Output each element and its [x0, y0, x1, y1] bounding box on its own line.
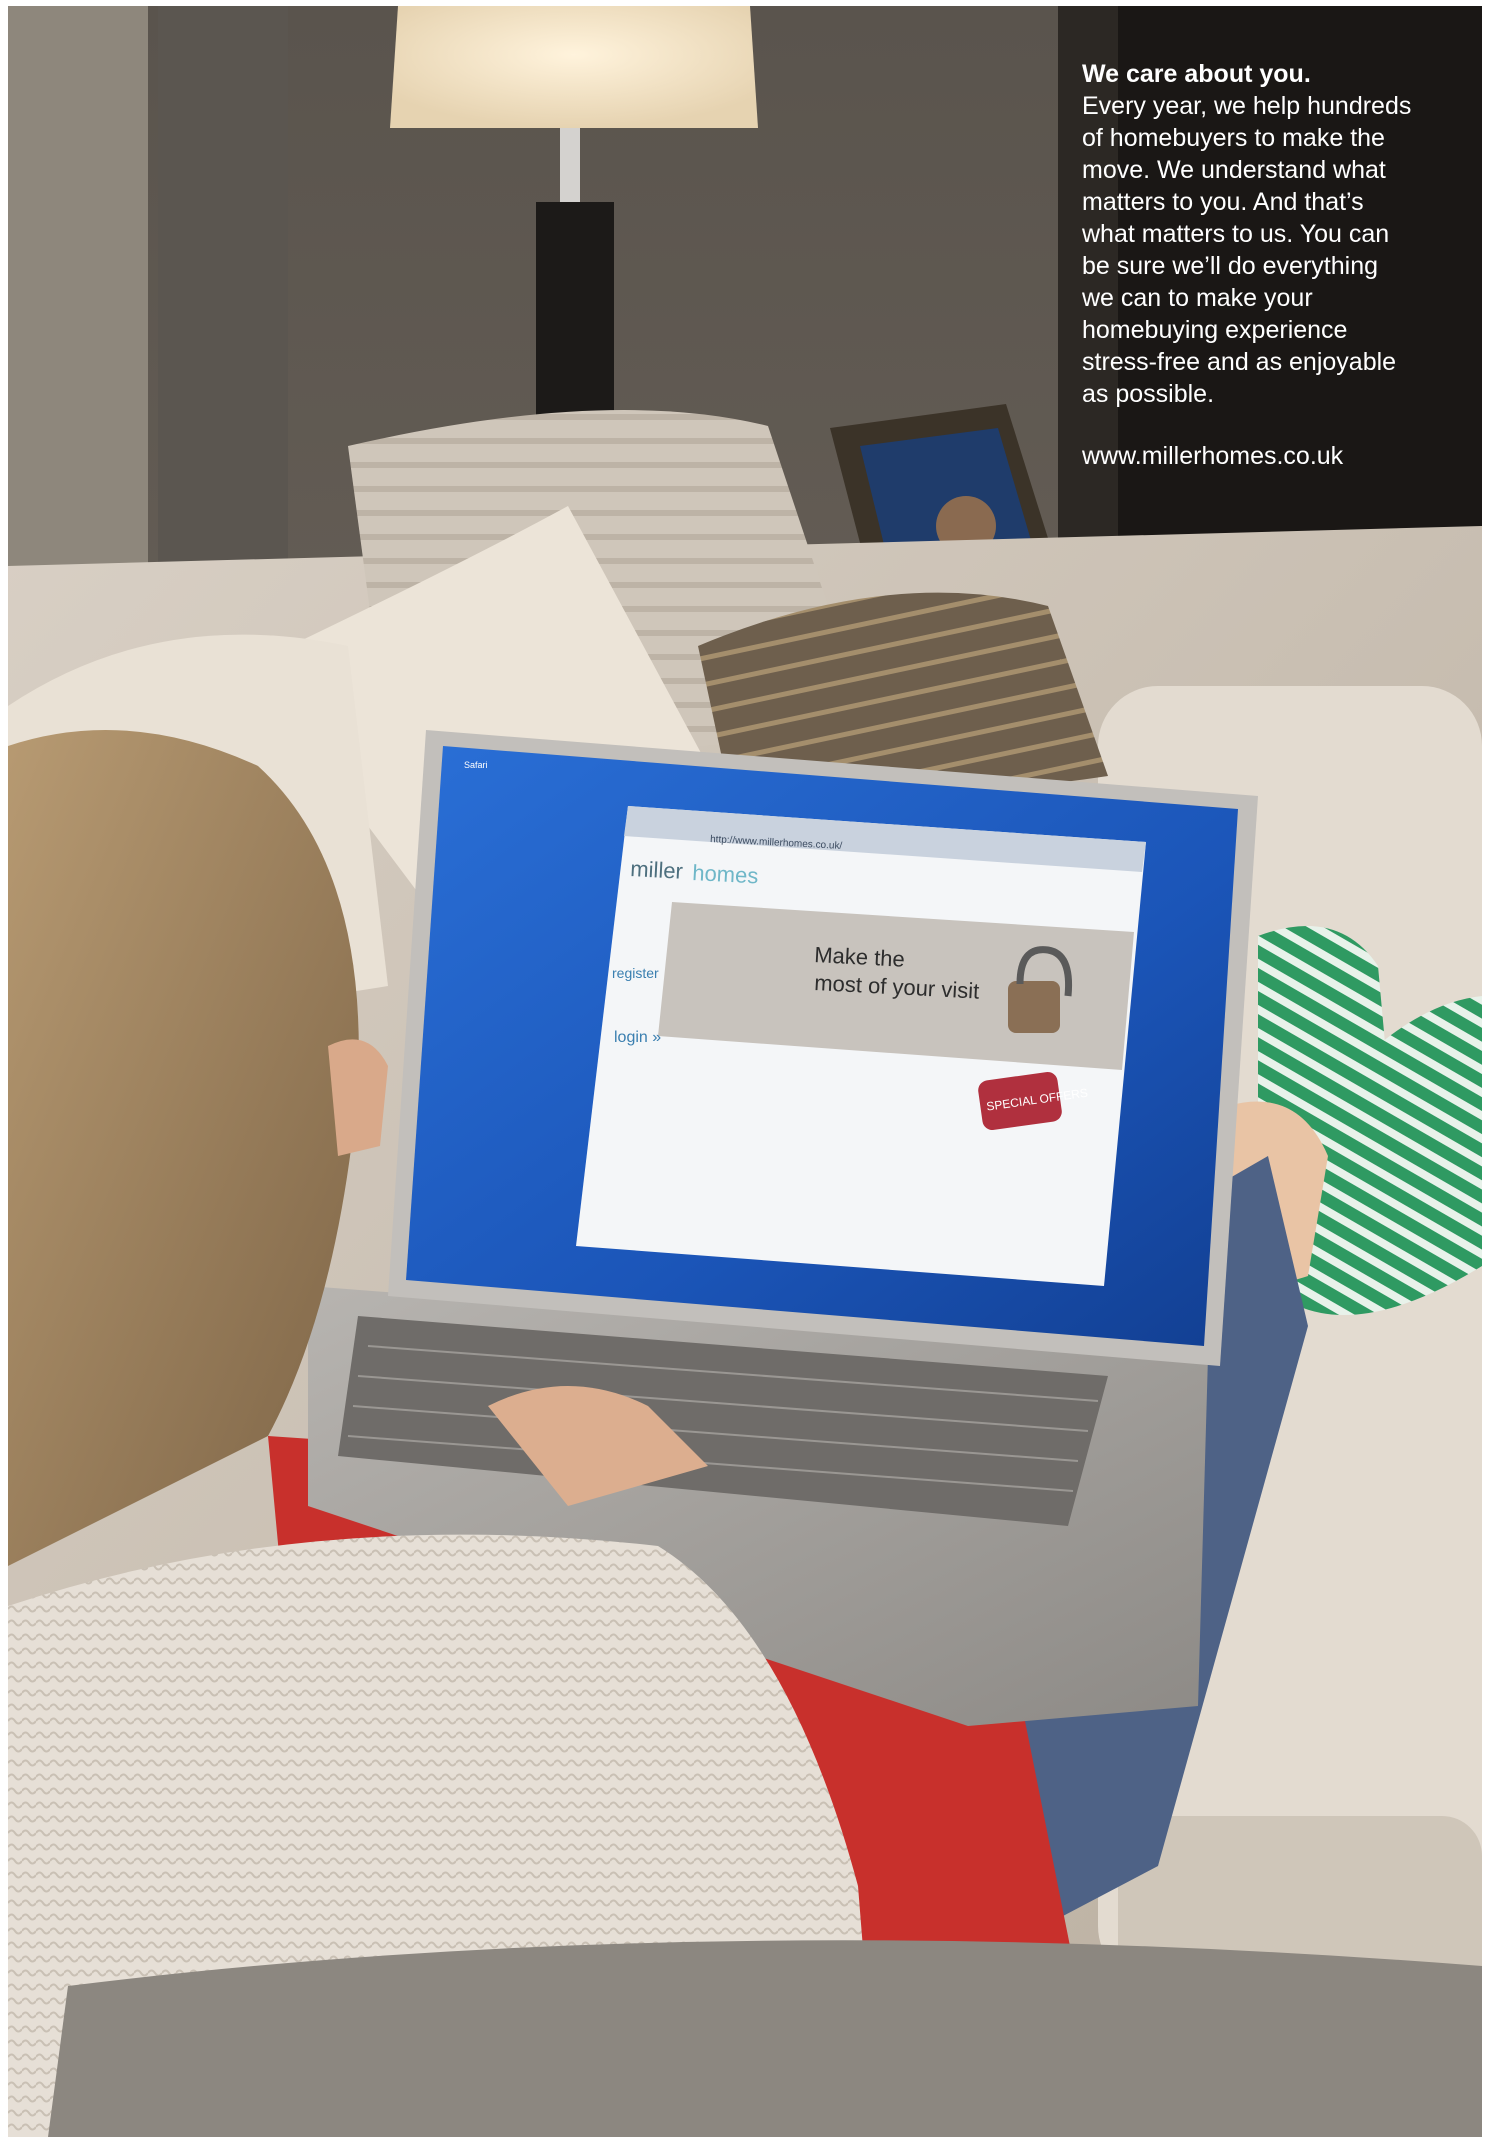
body-line: as possible. — [1082, 380, 1215, 408]
advert-page: Safari http://www.millerhomes.co.uk/ mil… — [0, 0, 1489, 2143]
hero-line-1: Make the — [814, 942, 906, 972]
body-line: be sure we’ll do everything — [1082, 252, 1378, 280]
body-line: what matters to us. You can — [1082, 220, 1390, 248]
login-link: login » — [614, 1029, 661, 1046]
body-line: Every year, we help hundreds — [1082, 92, 1412, 120]
site-logo: miller — [630, 856, 684, 884]
website-url[interactable]: www.millerhomes.co.uk — [1082, 440, 1462, 472]
body-line: we can to make your — [1082, 284, 1313, 312]
body-line: move. We understand what — [1082, 156, 1386, 184]
body-line: matters to you. And that’s — [1082, 188, 1364, 216]
body-line: homebuying experience — [1082, 316, 1348, 344]
headline: We care about you. — [1082, 60, 1311, 88]
body-line: stress-free and as enjoyable — [1082, 348, 1397, 376]
site-logo-homes: homes — [692, 860, 759, 888]
menu-bar: Safari — [464, 760, 488, 770]
register-link: register — [612, 965, 659, 981]
advert-copy: We care about you. Every year, we help h… — [1082, 58, 1462, 472]
body-line: of homebuyers to make the — [1082, 124, 1385, 152]
